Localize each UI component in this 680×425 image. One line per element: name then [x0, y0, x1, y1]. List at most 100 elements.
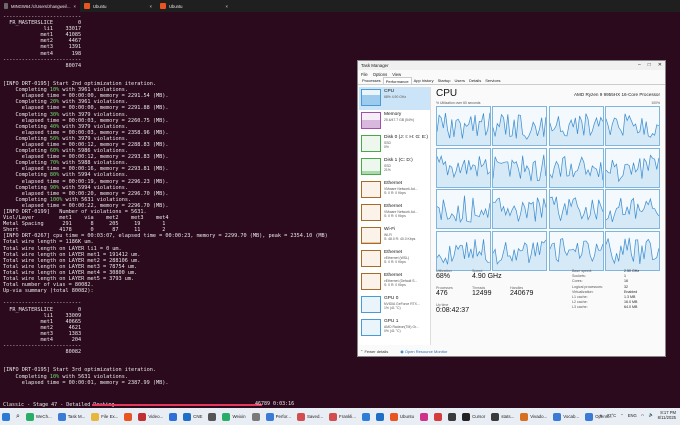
- taskbar-app[interactable]: Cursor: [460, 410, 487, 423]
- taskbar-app[interactable]: [167, 410, 179, 423]
- terminal-tab-label: Ubuntu: [169, 3, 183, 9]
- taskbar-app[interactable]: stats...: [489, 410, 516, 423]
- terminal-tab-icon: [4, 3, 8, 9]
- taskbar-app[interactable]: Frankli...: [327, 410, 358, 423]
- terminal-tab-bar: MINGW64:/c/Users/zhangwei/... × Ubuntu × Ubu…: [0, 0, 680, 12]
- fewer-details-link[interactable]: ⌃ Fewer details: [360, 349, 388, 354]
- app-icon: [329, 412, 338, 421]
- app-icon: [434, 412, 443, 421]
- menu-item[interactable]: View: [392, 72, 401, 77]
- sidebar-item-mem[interactable]: Memory 25.6/47.7 GB (54%): [359, 110, 430, 133]
- resource-sidebar[interactable]: CPU 68% 4.90 GHz Memory 25.6/47.7 GB (54%) D…: [359, 87, 431, 345]
- taskbar-app[interactable]: WeCh...: [24, 410, 54, 423]
- sidebar-item-sub2: 1% (41 °C): [384, 306, 401, 311]
- taskbar-app[interactable]: Saved...: [295, 410, 325, 423]
- taskbar-app-label: Cursor: [472, 414, 486, 419]
- start-button[interactable]: [0, 410, 12, 423]
- terminal-tab[interactable]: Ubuntu ×: [80, 0, 156, 12]
- terminal-tab[interactable]: MINGW64:/c/Users/zhangwei/... ×: [0, 0, 80, 12]
- terminal-tab-label: Ubuntu: [93, 3, 107, 9]
- weather-temp[interactable]: 23°C: [607, 413, 616, 418]
- taskbar-app[interactable]: [122, 410, 134, 423]
- sidebar-item-cpu[interactable]: CPU 68% 4.90 GHz: [359, 87, 430, 110]
- tab-app-history[interactable]: App history: [412, 77, 436, 84]
- tab-startup[interactable]: Startup: [436, 77, 453, 84]
- sidebar-item-eth[interactable]: Ethernet vEthernet (WSL) S: 0 R: 0 Kbps: [359, 248, 430, 271]
- taskbar-app[interactable]: Vivado...: [518, 410, 549, 423]
- panel-title: CPU: [436, 88, 458, 99]
- close-tab-icon[interactable]: ×: [150, 4, 152, 9]
- wifi-icon[interactable]: ◠: [641, 413, 645, 418]
- app-icon: [25, 412, 34, 421]
- tab-users[interactable]: Users: [453, 77, 467, 84]
- mini-graph: [361, 89, 381, 106]
- weather-icon[interactable]: ☀: [599, 413, 603, 418]
- taskbar-app-label: Video...: [148, 414, 164, 419]
- app-icon: [296, 412, 305, 421]
- close-tab-icon[interactable]: ×: [74, 4, 76, 9]
- title-bar: Task Manager – □ ✕: [358, 61, 665, 70]
- sidebar-item-eth[interactable]: Ethernet VMware Network Ad... S: 0 R: 0 Kb…: [359, 179, 430, 202]
- app-icon: [91, 412, 100, 421]
- sidebar-item-gpu[interactable]: GPU 1 AMD Radeon(TM) Gr... 0% (41 °C): [359, 317, 430, 340]
- sidebar-item-eth[interactable]: Ethernet VMware Network Ad... S: 0 R: 0 Kb…: [359, 202, 430, 225]
- tab-performance[interactable]: Performance: [382, 77, 412, 84]
- volume-icon[interactable]: 🔈: [648, 412, 653, 418]
- app-icon: [420, 412, 429, 421]
- clock[interactable]: 8:17 PM 8/11/2025: [658, 410, 676, 420]
- app-icon: [57, 412, 66, 421]
- menu-item[interactable]: Options: [373, 72, 387, 77]
- taskbar-app-label: CNE: [193, 414, 203, 419]
- terminal-output[interactable]: ------------------------- FR_MASTERSLICE…: [0, 12, 355, 407]
- open-resource-monitor-link[interactable]: ◉ Open Resource Monitor: [400, 349, 447, 354]
- footer: ⌃ Fewer details ◉ Open Resource Monitor: [360, 349, 447, 354]
- taskbar-app[interactable]: Task M...: [56, 410, 88, 423]
- taskbar-app[interactable]: CNE: [181, 410, 204, 423]
- fewer-details-label: Fewer details: [364, 349, 389, 354]
- processes-value: 476: [436, 290, 448, 298]
- terminal-tab-icon: [84, 3, 90, 9]
- taskbar-app[interactable]: Video...: [136, 410, 165, 423]
- sidebar-item-sub: 68% 4.90 GHz: [384, 95, 407, 99]
- taskbar-app[interactable]: [374, 410, 386, 423]
- taskbar-app[interactable]: [446, 410, 458, 423]
- taskbar-app[interactable]: Perfor...: [264, 410, 293, 423]
- close-tab-icon[interactable]: ×: [226, 4, 228, 9]
- app-icon: [138, 412, 147, 421]
- taskbar-app[interactable]: [418, 410, 430, 423]
- taskbar-app[interactable]: [360, 410, 372, 423]
- taskbar-app[interactable]: [206, 410, 218, 423]
- sidebar-item-gpu[interactable]: GPU 0 NVIDIA GeForce RTX... 1% (41 °C): [359, 294, 430, 317]
- mini-graph: [361, 273, 381, 290]
- minimize-icon[interactable]: –: [638, 62, 641, 68]
- taskbar-app[interactable]: File Ex...: [89, 410, 120, 423]
- taskbar-app[interactable]: Ubuntu: [388, 410, 416, 423]
- app-icon: [251, 412, 260, 421]
- taskbar-app[interactable]: Vocab...: [551, 410, 581, 423]
- tab-details[interactable]: Details: [467, 77, 483, 84]
- tab-processes[interactable]: Processes: [360, 77, 383, 84]
- core-graphs: [436, 106, 660, 271]
- tab-services[interactable]: Services: [483, 77, 502, 84]
- chevron-up-icon[interactable]: ⌃: [620, 413, 624, 418]
- sidebar-item-eth[interactable]: Ethernet vEthernet (Default S... S: 0 R: 0…: [359, 271, 430, 294]
- sidebar-item-sub: 25.6/47.7 GB (54%): [384, 118, 414, 122]
- language-indicator[interactable]: ENG: [628, 413, 637, 418]
- taskbar-app[interactable]: Weixin: [220, 410, 247, 423]
- search-button[interactable]: ⌕: [14, 410, 22, 423]
- taskbar-app-label: File Ex...: [101, 414, 119, 419]
- taskbar-app[interactable]: [250, 410, 262, 423]
- sidebar-item-eth[interactable]: Wi-Fi Wi-Fi S: 48.0 R: 40.0 Kbps: [359, 225, 430, 248]
- core-graph: [492, 189, 548, 229]
- core-graph: [605, 230, 660, 271]
- maximize-icon[interactable]: □: [648, 62, 651, 68]
- speed-value: 4.90 GHz: [472, 273, 502, 281]
- close-icon[interactable]: ✕: [658, 62, 662, 68]
- sidebar-item-sub2: 21%: [384, 168, 391, 173]
- terminal-tab[interactable]: Ubuntu ×: [156, 0, 232, 12]
- sidebar-item-disk[interactable]: Disk 1 (C: D:) SSD 21%: [359, 156, 430, 179]
- taskbar-app[interactable]: [432, 410, 444, 423]
- menu-item[interactable]: File: [361, 72, 368, 77]
- sidebar-item-disk[interactable]: Disk 0 (J: I: H: G: E:) SSD 0%: [359, 133, 430, 156]
- mini-graph: [361, 250, 381, 267]
